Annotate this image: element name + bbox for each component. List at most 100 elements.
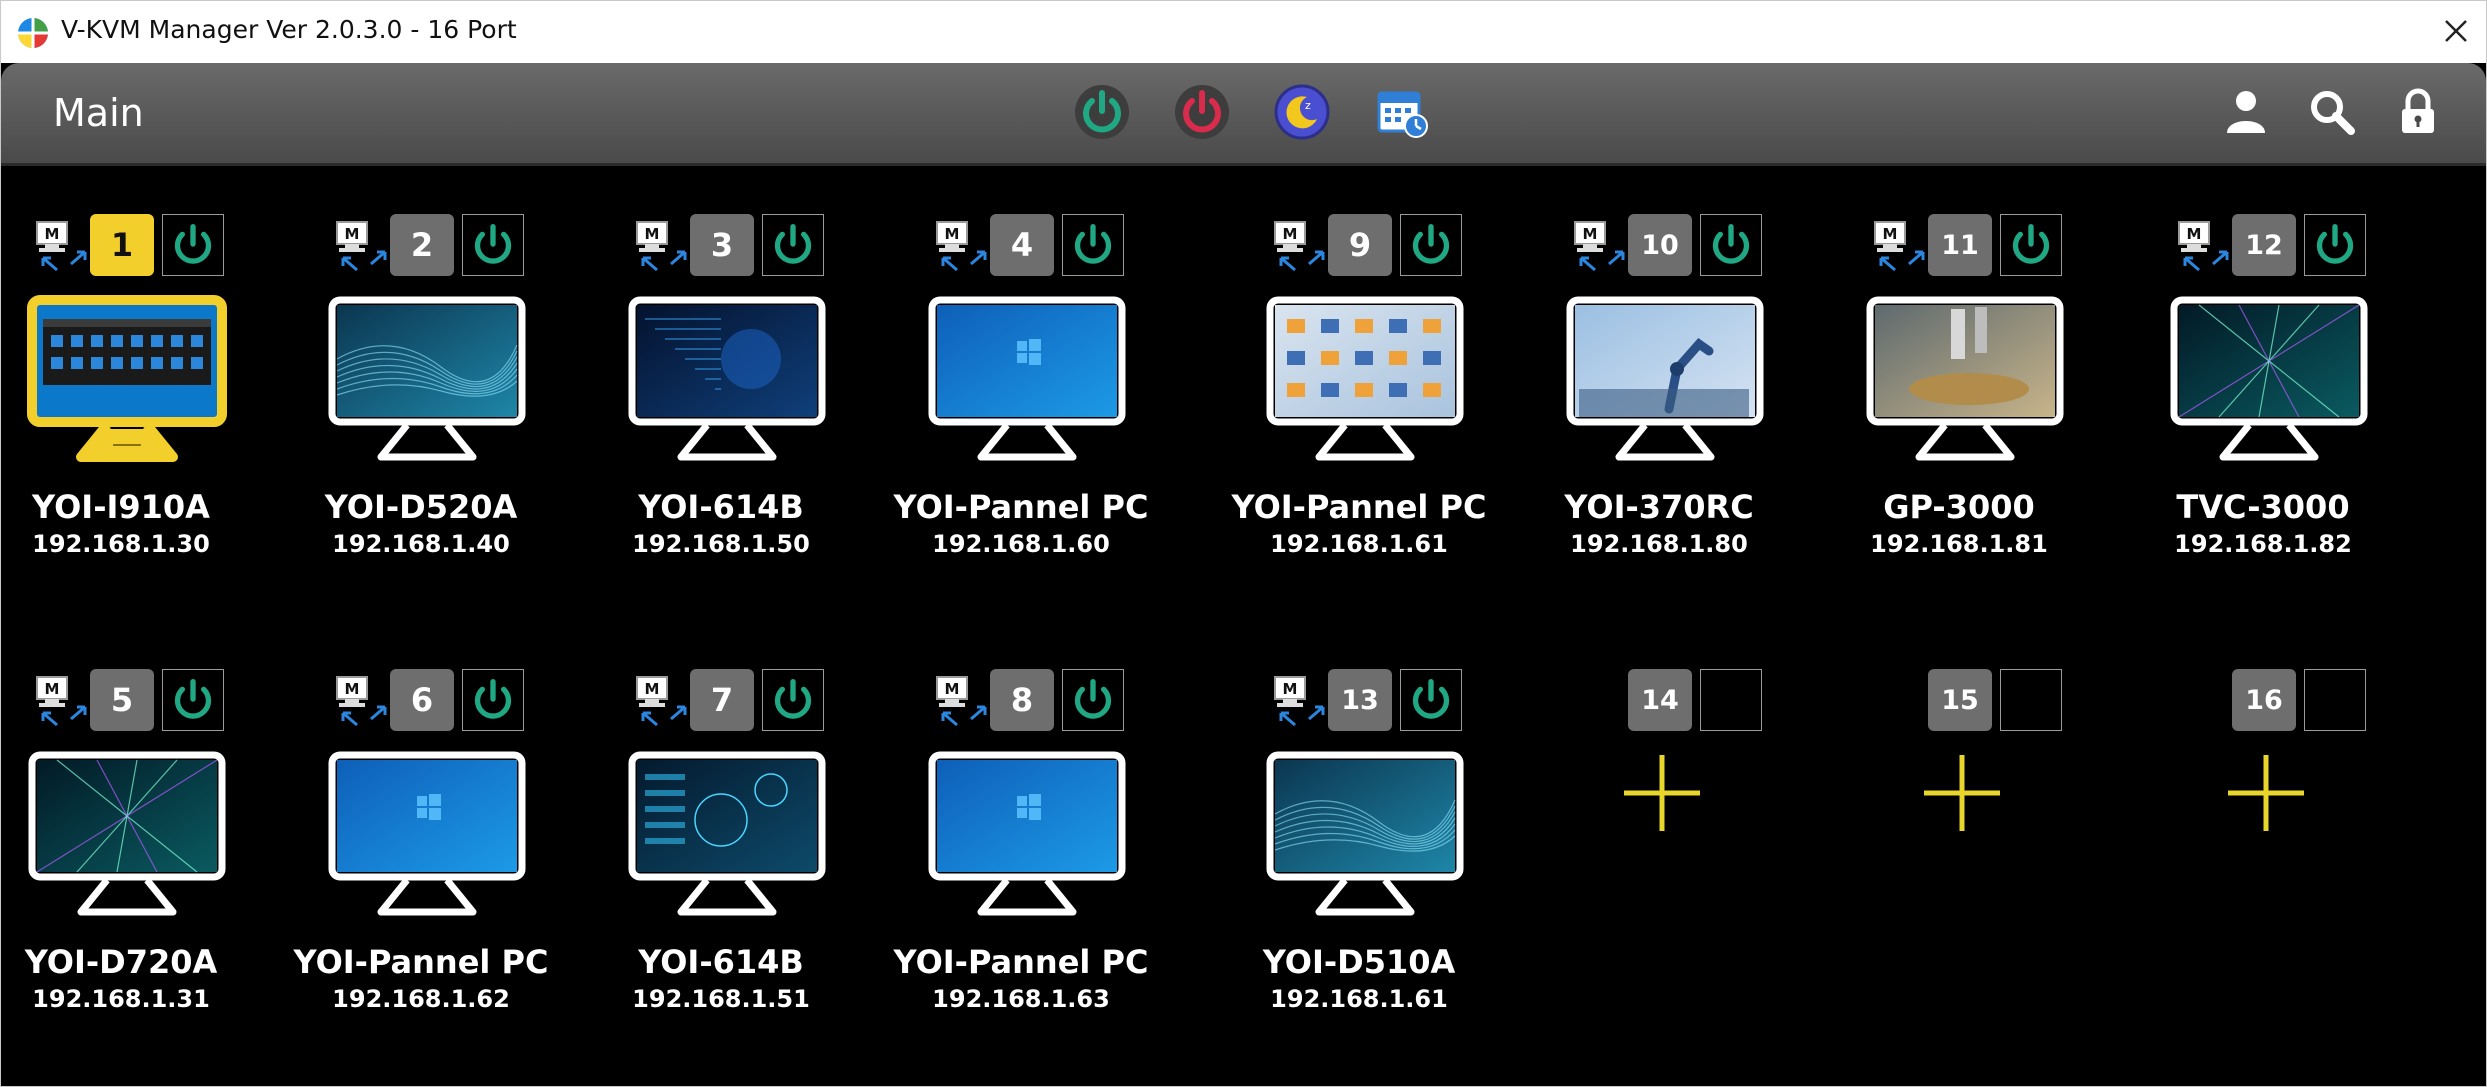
port-power-button-empty[interactable] (2304, 669, 2366, 731)
schedule-icon[interactable] (1373, 83, 1431, 141)
port-power-button[interactable] (1400, 669, 1462, 731)
monitor-thumbnail[interactable] (621, 744, 833, 929)
power-icon (1074, 678, 1112, 719)
port-number-badge[interactable]: 14 (1628, 669, 1692, 731)
monitor-thumbnail[interactable] (321, 289, 533, 474)
add-device-plus-icon[interactable] (1918, 749, 2006, 837)
port-power-button-empty[interactable] (1700, 669, 1762, 731)
power-on-all-icon[interactable] (1073, 83, 1131, 141)
port-number-badge[interactable]: 15 (1928, 669, 1992, 731)
port-number-badge[interactable]: 8 (990, 669, 1054, 731)
device-ip: 192.168.1.81 (1870, 530, 2048, 558)
close-icon[interactable] (2434, 9, 2478, 53)
port-number-badge[interactable]: 3 (690, 214, 754, 276)
monitor-thumbnail[interactable] (621, 289, 833, 474)
port-power-button[interactable] (1700, 214, 1762, 276)
power-icon (2012, 223, 2050, 264)
kvm-switch-icon[interactable]: M (35, 220, 91, 274)
search-icon[interactable] (2303, 83, 2361, 141)
page-title: Main (53, 91, 144, 135)
port-power-button[interactable] (162, 214, 224, 276)
port-7: 7 M YOI-614B 192.168.1.51 (601, 621, 841, 1041)
svg-text:M: M (345, 680, 360, 698)
kvm-switch-icon[interactable]: M (1573, 220, 1629, 274)
port-number-badge[interactable]: 2 (390, 214, 454, 276)
svg-text:M: M (1583, 225, 1598, 243)
port-power-button[interactable] (462, 214, 524, 276)
sleep-icon[interactable]: z (1273, 83, 1331, 141)
kvm-switch-icon[interactable]: M (935, 220, 991, 274)
port-number-badge[interactable]: 11 (1928, 214, 1992, 276)
power-icon (774, 678, 812, 719)
device-ip: 192.168.1.31 (32, 985, 210, 1013)
monitor-thumbnail[interactable] (921, 289, 1133, 474)
monitor-thumbnail[interactable] (1859, 289, 2071, 474)
port-3: 3 M YOI-614B 192.168.1.50 (601, 166, 841, 586)
monitor-thumbnail[interactable] (21, 289, 233, 474)
monitor-thumbnail[interactable] (2163, 289, 2375, 474)
kvm-switch-icon[interactable]: M (35, 675, 91, 729)
power-icon (174, 678, 212, 719)
port-number-badge[interactable]: 16 (2232, 669, 2296, 731)
monitor-thumbnail[interactable] (1259, 744, 1471, 929)
port-power-button[interactable] (2304, 214, 2366, 276)
power-icon (1412, 678, 1450, 719)
title-bar: V-KVM Manager Ver 2.0.3.0 - 16 Port (1, 1, 2486, 63)
power-icon (1074, 223, 1112, 264)
port-power-button[interactable] (462, 669, 524, 731)
port-number-badge[interactable]: 5 (90, 669, 154, 731)
kvm-switch-icon[interactable]: M (635, 675, 691, 729)
device-name: YOI-I910A (32, 488, 210, 526)
port-power-button[interactable] (1062, 669, 1124, 731)
port-number-badge[interactable]: 13 (1328, 669, 1392, 731)
power-icon (174, 223, 212, 264)
port-number-badge[interactable]: 6 (390, 669, 454, 731)
monitor-thumbnail[interactable] (921, 744, 1133, 929)
svg-text:M: M (645, 680, 660, 698)
main-header: Main z (1, 63, 2486, 166)
device-ip: 192.168.1.51 (632, 985, 810, 1013)
port-power-button[interactable] (162, 669, 224, 731)
device-name: YOI-Pannel PC (1231, 488, 1487, 526)
port-15: 15 (1839, 621, 2079, 1041)
device-name: YOI-Pannel PC (293, 943, 549, 981)
port-power-button-empty[interactable] (2000, 669, 2062, 731)
add-device-plus-icon[interactable] (2222, 749, 2310, 837)
monitor-thumbnail[interactable] (1259, 289, 1471, 474)
device-ip: 192.168.1.40 (332, 530, 510, 558)
kvm-switch-icon[interactable]: M (335, 220, 391, 274)
port-number-badge[interactable]: 9 (1328, 214, 1392, 276)
port-11: 11 M GP-3000 192.168.1.81 (1839, 166, 2079, 586)
device-ip: 192.168.1.30 (32, 530, 210, 558)
add-device-plus-icon[interactable] (1618, 749, 1706, 837)
monitor-thumbnail[interactable] (1559, 289, 1771, 474)
power-icon (1712, 223, 1750, 264)
svg-text:M: M (1883, 225, 1898, 243)
kvm-switch-icon[interactable]: M (635, 220, 691, 274)
port-number-badge[interactable]: 10 (1628, 214, 1692, 276)
port-number-badge[interactable]: 12 (2232, 214, 2296, 276)
kvm-switch-icon[interactable]: M (935, 675, 991, 729)
port-number-badge[interactable]: 4 (990, 214, 1054, 276)
port-4: 4 M YOI-Pannel PC 192.168.1.60 (894, 166, 1148, 586)
power-off-all-icon[interactable] (1173, 83, 1231, 141)
kvm-switch-icon[interactable]: M (1873, 220, 1929, 274)
port-number-badge[interactable]: 1 (90, 214, 154, 276)
port-power-button[interactable] (762, 669, 824, 731)
kvm-switch-icon[interactable]: M (1273, 675, 1329, 729)
kvm-switch-icon[interactable]: M (335, 675, 391, 729)
lock-icon[interactable] (2389, 83, 2447, 141)
port-power-button[interactable] (1062, 214, 1124, 276)
port-power-button[interactable] (762, 214, 824, 276)
port-number-badge[interactable]: 7 (690, 669, 754, 731)
svg-text:M: M (345, 225, 360, 243)
kvm-switch-icon[interactable]: M (2177, 220, 2233, 274)
monitor-thumbnail[interactable] (21, 744, 233, 929)
port-power-button[interactable] (1400, 214, 1462, 276)
kvm-switch-icon[interactable]: M (1273, 220, 1329, 274)
monitor-thumbnail[interactable] (321, 744, 533, 929)
port-power-button[interactable] (2000, 214, 2062, 276)
user-icon[interactable] (2217, 83, 2275, 141)
window-title: V-KVM Manager Ver 2.0.3.0 - 16 Port (61, 15, 517, 44)
device-name: YOI-614B (638, 488, 804, 526)
